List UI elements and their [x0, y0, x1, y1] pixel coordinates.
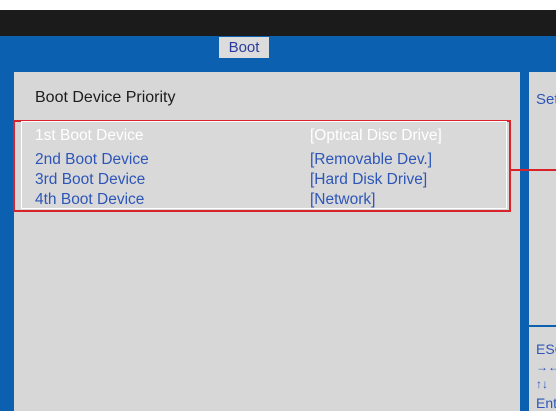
- boot-device-1-label[interactable]: 1st Boot Device: [35, 128, 144, 144]
- section-title: Boot Device Priority: [35, 89, 176, 106]
- tab-boot[interactable]: Boot: [219, 37, 269, 58]
- help-divider: [529, 325, 556, 327]
- key-hint-up-down: ↑↓: [536, 377, 548, 391]
- boot-device-3-label[interactable]: 3rd Boot Device: [35, 172, 145, 188]
- boot-device-4-label[interactable]: 4th Boot Device: [35, 192, 144, 208]
- key-hint-esc: ESC: [536, 341, 556, 357]
- callout-leader-line: [511, 169, 556, 171]
- top-title-bar: [0, 10, 556, 36]
- tab-bar: [0, 36, 556, 59]
- boot-device-2-value[interactable]: [Removable Dev.]: [310, 152, 432, 168]
- key-hint-enter: Ent: [536, 395, 556, 411]
- boot-device-2-label[interactable]: 2nd Boot Device: [35, 152, 149, 168]
- boot-device-3-value[interactable]: [Hard Disk Drive]: [310, 172, 427, 188]
- key-hint-left-right: →←: [536, 360, 556, 374]
- boot-device-1-value[interactable]: [Optical Disc Drive]: [310, 128, 442, 144]
- boot-device-4-value[interactable]: [Network]: [310, 192, 375, 208]
- help-text: Set: [536, 91, 556, 108]
